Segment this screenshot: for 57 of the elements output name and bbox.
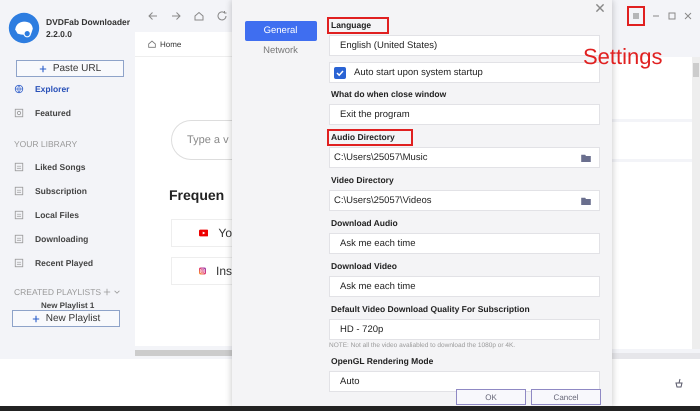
field-label: Download Video — [330, 260, 398, 273]
sidebar-item[interactable]: Explorer — [14, 77, 135, 101]
back-icon[interactable] — [147, 10, 159, 22]
list-icon — [14, 258, 24, 268]
camera-icon — [199, 265, 206, 277]
section-heading: CREATED PLAYLISTS — [14, 287, 102, 297]
maximize-icon[interactable] — [667, 11, 677, 21]
scrollbar[interactable] — [612, 353, 700, 359]
checkbox[interactable] — [334, 66, 346, 78]
menu-icon[interactable] — [627, 6, 645, 26]
sidebar-item[interactable]: Featured — [14, 101, 135, 125]
section-heading: YOUR LIBRARY — [14, 139, 78, 149]
sidebar-item[interactable]: Local Files — [14, 203, 135, 227]
dropdown-field[interactable]: HD - 720p — [329, 319, 600, 340]
dropdown-field[interactable]: Ask me each time — [329, 233, 600, 254]
scrollbar[interactable] — [135, 350, 232, 356]
sidebar-item[interactable]: Recent Played — [14, 251, 135, 275]
new-playlist-button[interactable]: New Playlist — [12, 310, 120, 327]
field-label: Video Directory — [330, 174, 395, 187]
field-label: OpenGL Rendering Mode — [330, 355, 434, 368]
settings-tab[interactable]: Network — [244, 41, 316, 61]
checkbox-label: Auto start upon system startup — [354, 67, 483, 78]
sidebar-item[interactable]: Downloading — [14, 227, 135, 251]
field-label: What do when close window — [330, 88, 448, 101]
sidebar-item[interactable]: Liked Songs — [14, 155, 135, 179]
plus-icon — [32, 314, 40, 322]
forward-icon[interactable] — [170, 10, 182, 22]
play-icon — [199, 228, 208, 238]
dropdown-field[interactable]: Auto — [329, 371, 600, 392]
paste-url-button[interactable]: Paste URL — [16, 60, 124, 77]
app-name: DVDFab Downloader — [46, 16, 130, 28]
field-label: Download Audio — [330, 217, 399, 230]
chevron-down-icon[interactable] — [113, 288, 122, 296]
field-label: Language — [327, 17, 390, 34]
plus-icon — [38, 64, 47, 72]
globe-icon — [14, 84, 24, 94]
add-icon[interactable] — [103, 288, 112, 296]
app-logo-icon — [8, 12, 40, 44]
home-icon — [147, 39, 157, 49]
section-title: Frequen — [169, 187, 224, 203]
app-version: 2.2.0.0 — [46, 28, 73, 40]
scrollbar[interactable] — [692, 57, 700, 349]
path-field[interactable]: C:\Users\25057\Videos — [329, 190, 600, 211]
dialog-button[interactable]: Cancel — [531, 389, 601, 405]
dropdown-field[interactable]: Exit the program — [329, 104, 600, 125]
close-icon[interactable] — [594, 2, 606, 14]
playlist-item[interactable]: New Playlist 1 — [41, 301, 135, 310]
dropdown-field[interactable]: Ask me each time — [329, 276, 600, 297]
home-icon[interactable] — [193, 10, 205, 22]
sidebar-item[interactable]: Subscription — [14, 179, 135, 203]
field-label: Default Video Download Quality For Subscription — [330, 303, 531, 316]
close-icon[interactable] — [683, 11, 693, 21]
dialog-button[interactable]: OK — [456, 389, 526, 405]
path-field[interactable]: C:\Users\25057\Music — [329, 147, 600, 168]
settings-tab[interactable]: General — [244, 21, 316, 41]
field-label: Audio Directory — [327, 129, 413, 146]
refresh-icon[interactable] — [216, 10, 228, 22]
